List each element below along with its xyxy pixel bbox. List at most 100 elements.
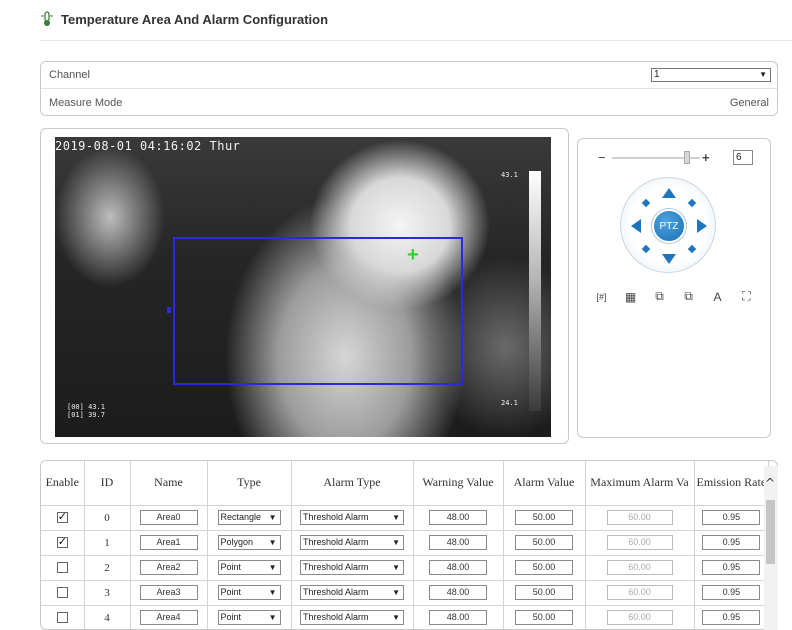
emission-rate-input[interactable]: 0.95 xyxy=(702,560,761,575)
table-row: 2 Area2 Point ▼ Threshold Alarm ▼ 48.00 50… xyxy=(41,555,770,581)
pan-down-left-icon[interactable] xyxy=(641,244,651,254)
type-select[interactable]: Point ▼ xyxy=(217,560,281,575)
column-header-alarm-type[interactable]: Alarm Type xyxy=(291,461,414,506)
type-value: Point xyxy=(220,562,242,572)
row-id: 0 xyxy=(84,505,131,531)
area-name-input[interactable]: Area3 xyxy=(139,585,198,600)
column-header-alarm-value[interactable]: Alarm Value xyxy=(503,461,586,506)
max-alarm-value-input: 60.00 xyxy=(606,535,673,550)
max-alarm-value-input: 60.00 xyxy=(606,510,673,525)
area-name-input[interactable]: Area0 xyxy=(139,510,198,525)
enable-checkbox[interactable] xyxy=(56,535,68,549)
pan-up-right-icon[interactable] xyxy=(687,198,697,208)
chevron-down-icon: ▼ xyxy=(392,563,400,572)
video-panel: 2019-08-01 04:16:02 Thur 43.1 24.1 + [00… xyxy=(40,128,569,444)
thermal-video[interactable]: 2019-08-01 04:16:02 Thur 43.1 24.1 + [00… xyxy=(55,137,551,437)
warning-value-input[interactable]: 48.00 xyxy=(429,560,487,575)
alarm-type-value: Threshold Alarm xyxy=(303,512,369,522)
max-alarm-value-input: 60.00 xyxy=(606,585,673,600)
grid-icon[interactable]: ▦ xyxy=(623,289,638,304)
copy-icon[interactable]: ⧉ xyxy=(681,289,696,304)
measure-mode-row: Measure Mode General xyxy=(41,89,777,116)
alarm-type-value: Threshold Alarm xyxy=(303,562,369,572)
zoom-in-button[interactable]: + xyxy=(702,150,710,165)
scroll-up-icon[interactable]: ^ xyxy=(765,476,775,490)
alarm-type-value: Threshold Alarm xyxy=(303,612,369,622)
type-select[interactable]: Polygon ▼ xyxy=(217,535,281,550)
ptz-direction-pad: PTZ xyxy=(620,177,716,273)
pan-up-left-icon[interactable] xyxy=(641,198,651,208)
scale-max-label: 43.1 xyxy=(501,171,518,179)
alarm-type-select[interactable]: Threshold Alarm ▼ xyxy=(300,585,404,600)
alarm-type-select[interactable]: Threshold Alarm ▼ xyxy=(300,560,404,575)
column-header-type[interactable]: Type xyxy=(207,461,292,506)
column-header-warning-value[interactable]: Warning Value xyxy=(413,461,504,506)
crosshair-icon: + xyxy=(407,244,419,266)
alarm-value-input[interactable]: 50.00 xyxy=(515,560,573,575)
area-handle[interactable] xyxy=(167,307,171,313)
emission-rate-input[interactable]: 0.95 xyxy=(702,535,761,550)
window-icon[interactable]: ⧉ xyxy=(652,289,667,304)
header-divider xyxy=(40,40,792,41)
osd-datetime: 2019-08-01 04:16:02 Thur xyxy=(55,139,241,153)
pan-down-right-icon[interactable] xyxy=(687,244,697,254)
alarm-type-select[interactable]: Threshold Alarm ▼ xyxy=(300,610,404,625)
temperature-legend: [00] 43.1 [01] 39.7 xyxy=(67,403,105,419)
pan-right-icon[interactable] xyxy=(697,219,707,233)
fullscreen-icon[interactable]: ⛶ xyxy=(739,289,754,304)
alarm-type-value: Threshold Alarm xyxy=(303,587,369,597)
row-id: 4 xyxy=(84,605,131,629)
scrollbar-thumb[interactable] xyxy=(766,500,775,564)
chevron-down-icon: ▼ xyxy=(268,513,277,522)
type-select[interactable]: Rectangle ▼ xyxy=(217,510,281,525)
ptz-center-button[interactable]: PTZ xyxy=(652,209,686,243)
zoom-area-icon[interactable]: [#] xyxy=(594,289,609,304)
pan-up-icon[interactable] xyxy=(662,188,676,198)
emission-rate-input[interactable]: 0.95 xyxy=(702,585,761,600)
warning-value-input[interactable]: 48.00 xyxy=(429,510,487,525)
alarm-type-select[interactable]: Threshold Alarm ▼ xyxy=(300,535,404,550)
alarm-type-select[interactable]: Threshold Alarm ▼ xyxy=(300,510,404,525)
alarm-type-value: Threshold Alarm xyxy=(303,537,369,547)
thermometer-icon xyxy=(41,11,53,26)
warning-value-input[interactable]: 48.00 xyxy=(429,610,487,625)
warning-value-input[interactable]: 48.00 xyxy=(429,585,487,600)
area-name-input[interactable]: Area2 xyxy=(139,560,198,575)
page-header: Temperature Area And Alarm Configuration xyxy=(40,8,328,30)
column-header-name[interactable]: Name xyxy=(130,461,208,506)
pan-down-icon[interactable] xyxy=(662,254,676,264)
text-icon[interactable]: A xyxy=(710,289,725,304)
column-header-enable[interactable]: Enable xyxy=(41,461,85,506)
area-table-body: 0 Area0 Rectangle ▼ Threshold Alarm ▼ 48.0… xyxy=(41,505,770,629)
area-name-input[interactable]: Area1 xyxy=(139,535,198,550)
alarm-value-input[interactable]: 50.00 xyxy=(515,585,573,600)
channel-select[interactable]: 1 ▼ xyxy=(651,68,771,82)
pan-left-icon[interactable] xyxy=(631,219,641,233)
type-select[interactable]: Point ▼ xyxy=(217,585,281,600)
enable-checkbox[interactable] xyxy=(56,562,68,574)
enable-checkbox[interactable] xyxy=(56,587,68,599)
column-header-id[interactable]: ID xyxy=(84,461,131,506)
enable-checkbox[interactable] xyxy=(56,510,68,524)
table-row: 1 Area1 Polygon▼ Threshold Alarm▼ 48.00 … xyxy=(41,530,770,556)
table-scrollbar[interactable]: ^ xyxy=(764,466,778,630)
area-name-input[interactable]: Area4 xyxy=(139,610,198,625)
measurement-area-rectangle[interactable] xyxy=(173,237,463,385)
column-header-max-alarm-value[interactable]: Maximum Alarm Va xyxy=(585,461,695,506)
warning-value-input[interactable]: 48.00 xyxy=(429,535,487,550)
zoom-out-button[interactable]: − xyxy=(598,150,606,165)
ptz-panel: − + 6 PTZ [#] ▦ ⧉ ⧉ A ⛶ xyxy=(577,138,771,438)
zoom-value-input[interactable]: 6 xyxy=(733,150,753,165)
column-header-emission-rate[interactable]: Emission Rate xyxy=(694,461,770,506)
emission-rate-input[interactable]: 0.95 xyxy=(702,610,761,625)
chevron-down-icon: ▼ xyxy=(268,588,277,597)
emission-rate-input[interactable]: 0.95 xyxy=(702,510,761,525)
alarm-value-input[interactable]: 50.00 xyxy=(515,610,573,625)
type-select[interactable]: Point ▼ xyxy=(217,610,281,625)
row-id: 3 xyxy=(84,580,131,606)
enable-checkbox[interactable] xyxy=(56,612,68,624)
zoom-slider-handle[interactable] xyxy=(684,151,690,164)
alarm-value-input[interactable]: 50.00 xyxy=(515,510,573,525)
alarm-value-input[interactable]: 50.00 xyxy=(515,535,573,550)
type-value: Polygon xyxy=(220,537,254,547)
